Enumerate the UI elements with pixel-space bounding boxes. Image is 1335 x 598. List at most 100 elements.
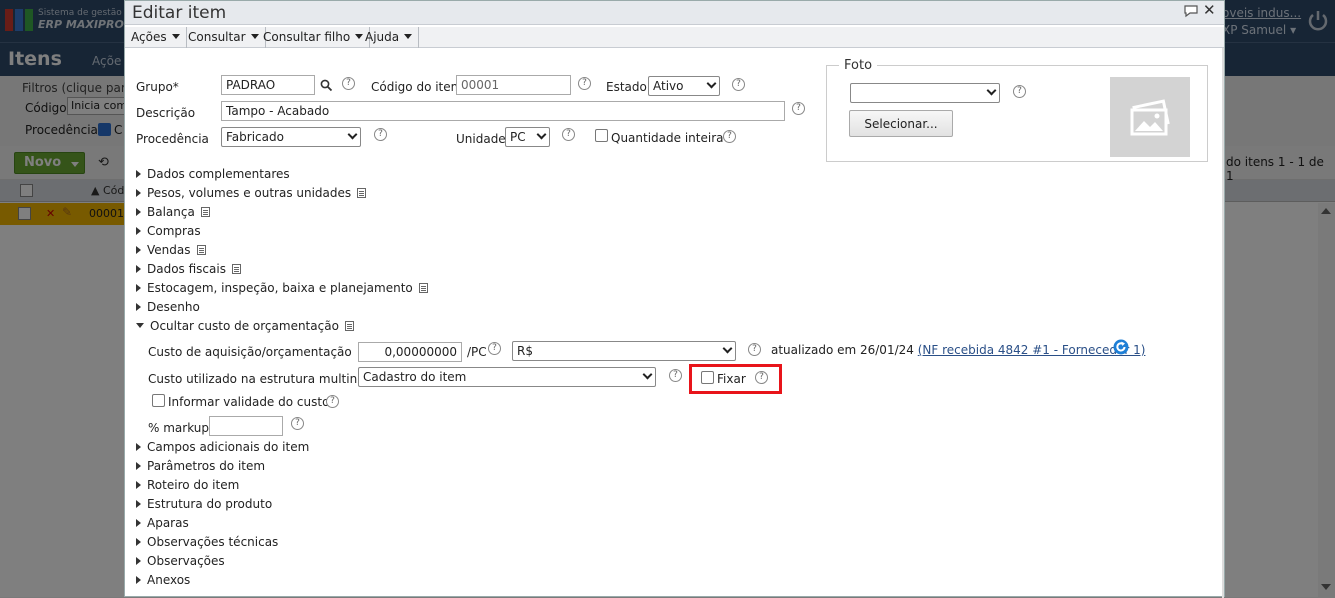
unidade-select[interactable]: PC: [505, 127, 550, 147]
help-icon[interactable]: ?: [792, 102, 805, 115]
section-roteiro[interactable]: Roteiro do item: [136, 478, 239, 492]
close-icon[interactable]: ✕: [1203, 1, 1216, 19]
help-icon[interactable]: ?: [755, 371, 768, 384]
expand-triangle-icon: [136, 538, 141, 546]
section-compras[interactable]: Compras: [136, 224, 201, 238]
chevron-down-icon: [347, 129, 358, 140]
expand-triangle-icon: [136, 189, 141, 197]
section-label: Anexos: [147, 573, 191, 587]
custo-multinivel-select[interactable]: Cadastro do item: [358, 367, 656, 387]
refresh-icon[interactable]: [1113, 339, 1129, 355]
menu-consultar[interactable]: Consultar: [182, 27, 266, 48]
section-observacoes-tecnicas[interactable]: Observações técnicas: [136, 535, 278, 549]
estado-select-value: Ativo: [653, 79, 684, 93]
custo-aquisicao-input[interactable]: 0,00000000: [358, 342, 462, 362]
quantidade-inteira-checkbox[interactable]: [595, 129, 608, 142]
section-vendas[interactable]: Vendas: [136, 243, 206, 257]
codigo-input[interactable]: 00001: [456, 75, 571, 95]
help-icon[interactable]: ?: [291, 417, 304, 430]
help-icon[interactable]: ?: [732, 78, 745, 91]
validade-checkbox[interactable]: [152, 394, 165, 407]
currency-select-value: R$: [517, 344, 533, 358]
grupo-label: Grupo*: [136, 80, 179, 94]
expand-triangle-icon: [136, 557, 141, 565]
section-custo-orcamentacao[interactable]: Ocultar custo de orçamentação: [136, 319, 354, 333]
help-icon[interactable]: ?: [669, 369, 682, 382]
foto-select[interactable]: [850, 83, 1000, 103]
validade-label: Informar validade do custo: [168, 395, 330, 409]
help-icon[interactable]: ?: [374, 128, 387, 141]
section-balanca[interactable]: Balança: [136, 205, 210, 219]
help-icon[interactable]: ?: [342, 77, 355, 90]
unit-suffix: /PC: [467, 345, 487, 359]
section-label: Dados complementares: [147, 167, 290, 181]
dialog-title: Editar item: [132, 3, 227, 23]
menu-ajuda[interactable]: Ajuda: [359, 27, 420, 48]
section-pesos-volumes[interactable]: Pesos, volumes e outras unidades: [136, 186, 367, 200]
dialog-menubar: Ações Consultar Consultar filho Ajuda: [125, 27, 1224, 48]
section-label: Observações técnicas: [147, 535, 279, 549]
menu-consultar-label: Consultar: [188, 30, 246, 44]
expand-triangle-icon: [136, 246, 141, 254]
help-icon[interactable]: ?: [562, 128, 575, 141]
help-icon[interactable]: ?: [1013, 85, 1026, 98]
help-icon[interactable]: ?: [578, 77, 591, 90]
expand-triangle-icon: [136, 303, 141, 311]
help-icon[interactable]: ?: [723, 130, 736, 143]
section-observacoes[interactable]: Observações: [136, 554, 225, 568]
menu-ajuda-label: Ajuda: [365, 30, 400, 44]
section-label: Parâmetros do item: [147, 459, 266, 473]
custo-aquisicao-label: Custo de aquisição/orçamentação: [148, 345, 352, 359]
expand-triangle-icon: [136, 284, 141, 292]
section-estrutura[interactable]: Estrutura do produto: [136, 497, 272, 511]
procedencia-select[interactable]: Fabricado: [221, 127, 361, 147]
nf-link[interactable]: (NF recebida 4842 #1 - Fornecedor 1): [918, 343, 1146, 357]
section-anexos[interactable]: Anexos: [136, 573, 190, 587]
expand-triangle-icon: [136, 443, 141, 451]
chat-icon[interactable]: [1183, 4, 1199, 18]
estado-select[interactable]: Ativo: [648, 76, 720, 96]
menu-consultar-filho-label: Consultar filho: [263, 30, 351, 44]
expand-triangle-icon: [136, 462, 141, 470]
document-icon: [200, 207, 210, 217]
section-dados-complementares[interactable]: Dados complementares: [136, 167, 290, 181]
help-icon[interactable]: ?: [488, 342, 501, 355]
section-estocagem[interactable]: Estocagem, inspeção, baixa e planejament…: [136, 281, 428, 295]
section-desenho[interactable]: Desenho: [136, 300, 200, 314]
section-label: Ocultar custo de orçamentação: [150, 319, 339, 333]
dialog-header: Editar item ✕: [125, 1, 1224, 25]
currency-select[interactable]: R$: [512, 341, 736, 361]
section-campos-adicionais[interactable]: Campos adicionais do item: [136, 440, 309, 454]
edit-item-dialog: Editar item ✕ Ações Consultar Consultar …: [124, 0, 1225, 598]
descricao-label: Descrição: [136, 106, 196, 120]
collapse-triangle-icon: [136, 323, 144, 328]
chevron-down-icon: [404, 34, 413, 39]
section-label: Aparas: [147, 516, 189, 530]
menu-acoes[interactable]: Ações: [125, 27, 187, 48]
section-label: Vendas: [147, 243, 191, 257]
section-dados-fiscais[interactable]: Dados fiscais: [136, 262, 241, 276]
chevron-down-icon: [722, 343, 733, 354]
chevron-down-icon: [642, 369, 653, 380]
markup-input[interactable]: [209, 416, 283, 436]
search-icon[interactable]: [320, 79, 333, 92]
content-scrollbar[interactable]: [1222, 48, 1224, 598]
menu-consultar-filho[interactable]: Consultar filho: [257, 27, 371, 48]
expand-triangle-icon: [136, 519, 141, 527]
section-label: Roteiro do item: [147, 478, 240, 492]
chevron-down-icon: [986, 85, 997, 96]
expand-triangle-icon: [136, 481, 141, 489]
fixar-checkbox[interactable]: [701, 371, 714, 384]
quantidade-inteira-label: Quantidade inteira: [611, 131, 724, 145]
section-label: Dados fiscais: [147, 262, 226, 276]
grupo-input[interactable]: PADRAO: [221, 75, 315, 95]
fixar-label: Fixar: [717, 372, 746, 386]
procedencia-label: Procedência: [136, 132, 209, 146]
help-icon[interactable]: ?: [326, 395, 339, 408]
descricao-input[interactable]: Tampo - Acabado: [221, 101, 785, 121]
section-parametros[interactable]: Parâmetros do item: [136, 459, 265, 473]
codigo-label: Código do item: [371, 80, 463, 94]
help-icon[interactable]: ?: [748, 343, 761, 356]
selecionar-button[interactable]: Selecionar...: [849, 110, 953, 137]
section-aparas[interactable]: Aparas: [136, 516, 189, 530]
